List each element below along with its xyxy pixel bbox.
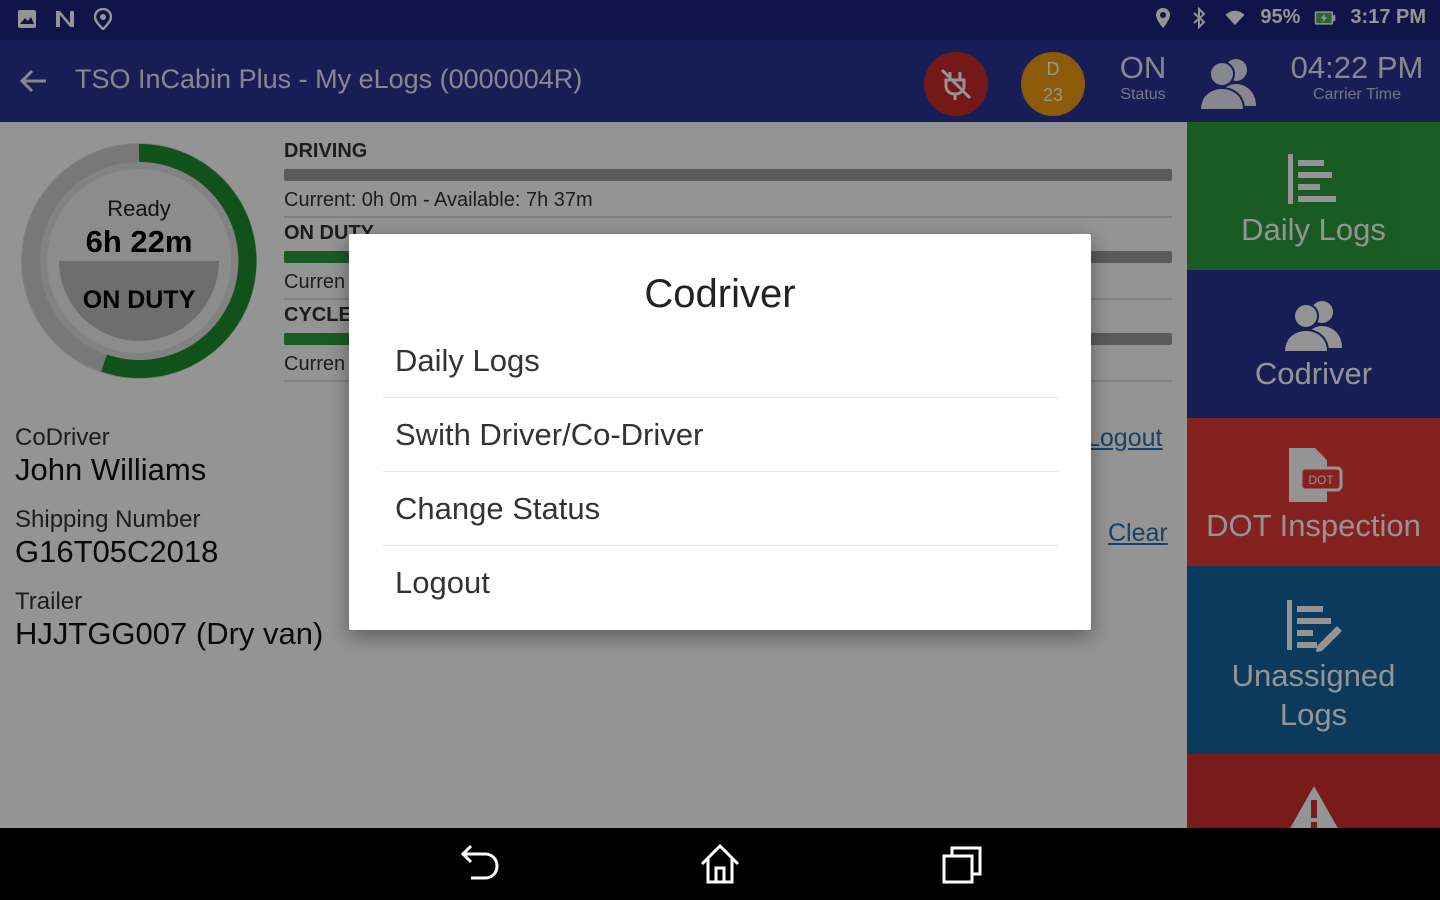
system-nav-bar bbox=[0, 828, 1440, 900]
dialog-option-logout[interactable]: Logout bbox=[383, 546, 1059, 620]
recent-apps-icon[interactable] bbox=[940, 842, 984, 886]
back-icon[interactable] bbox=[457, 842, 501, 886]
dialog-options: Daily Logs Swith Driver/Co-Driver Change… bbox=[383, 324, 1059, 620]
dialog-option-switch-driver[interactable]: Swith Driver/Co-Driver bbox=[383, 398, 1059, 472]
codriver-dialog: Codriver Daily Logs Swith Driver/Co-Driv… bbox=[349, 234, 1091, 630]
dialog-title: Codriver bbox=[644, 272, 796, 316]
home-icon[interactable] bbox=[698, 842, 742, 886]
dialog-option-daily-logs[interactable]: Daily Logs bbox=[383, 324, 1059, 398]
dialog-option-change-status[interactable]: Change Status bbox=[383, 472, 1059, 546]
